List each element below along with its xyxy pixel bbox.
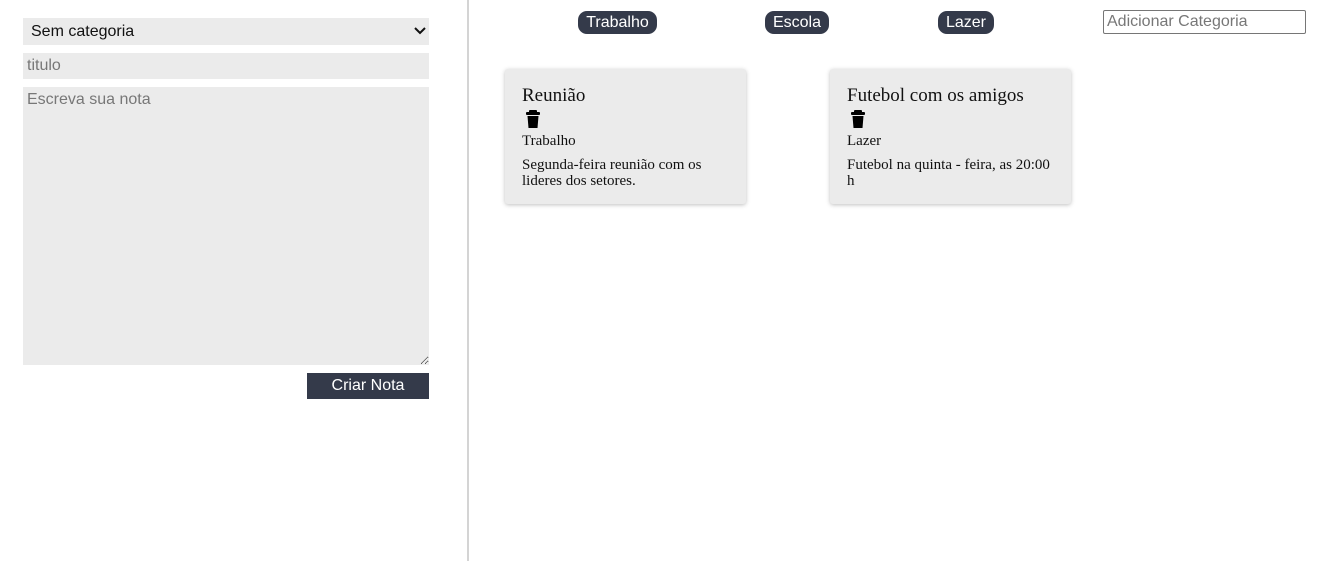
note-body: Segunda-feira reunião com os lideres dos… bbox=[522, 157, 702, 189]
note-card: Reunião Trabalho Segunda-feira reunião c… bbox=[505, 69, 746, 204]
category-select-value: Sem categoria bbox=[31, 22, 135, 40]
trash-icon[interactable] bbox=[524, 109, 544, 129]
trash-icon[interactable] bbox=[849, 109, 869, 129]
category-select[interactable]: Sem categoria bbox=[23, 18, 429, 45]
note-textarea[interactable] bbox=[23, 87, 429, 365]
chevron-down-icon bbox=[414, 27, 426, 35]
note-card: Futebol com os amigos Lazer Futebol na q… bbox=[830, 69, 1071, 204]
note-category: Trabalho bbox=[522, 133, 576, 149]
category-pill-escola[interactable]: Escola bbox=[765, 11, 829, 34]
category-pill-trabalho[interactable]: Trabalho bbox=[578, 11, 657, 34]
note-body: Futebol na quinta - feira, as 20:00 h bbox=[847, 157, 1050, 189]
note-title: Reunião bbox=[522, 85, 586, 106]
note-category: Lazer bbox=[847, 133, 882, 149]
category-pill-lazer[interactable]: Lazer bbox=[938, 11, 994, 34]
note-form: Sem categoria Criar Nota bbox=[0, 0, 469, 561]
title-input[interactable] bbox=[23, 53, 429, 79]
create-note-button[interactable]: Criar Nota bbox=[307, 373, 429, 399]
note-title: Futebol com os amigos bbox=[847, 85, 1024, 106]
add-category-input[interactable] bbox=[1103, 10, 1306, 34]
